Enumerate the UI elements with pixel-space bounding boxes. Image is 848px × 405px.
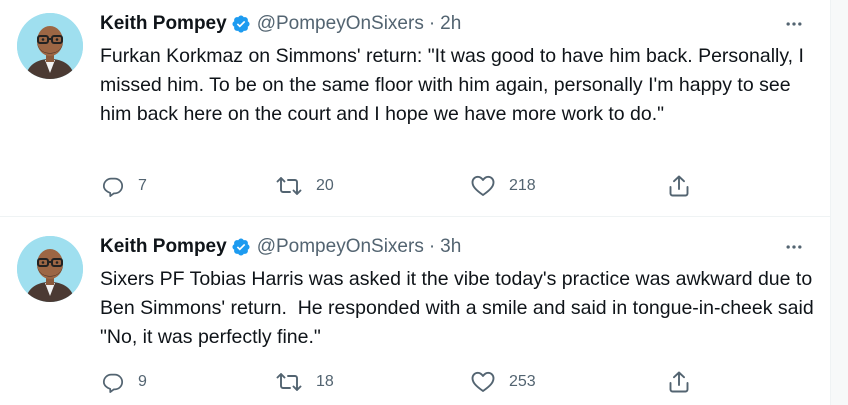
separator-dot: · — [428, 236, 436, 257]
like-count: 218 — [509, 177, 536, 194]
reply-count: 7 — [138, 177, 147, 194]
tweet-text: Sixers PF Tobias Harris was asked it the… — [100, 268, 820, 348]
reply-button[interactable]: 9 — [102, 367, 147, 397]
share-button[interactable] — [668, 171, 704, 201]
heart-icon — [471, 175, 495, 197]
retweet-count: 18 — [316, 373, 334, 390]
verified-badge-icon — [231, 237, 251, 257]
heart-icon — [471, 371, 495, 393]
tweet-header: Keith Pompey @PompeyOnSixers · 2h — [100, 12, 461, 36]
retweet-button[interactable]: 20 — [276, 171, 334, 201]
verified-badge-icon — [231, 14, 251, 34]
tweet-actions: 9 18 253 — [100, 367, 700, 397]
timestamp[interactable]: 3h — [440, 236, 461, 258]
timestamp[interactable]: 2h — [440, 13, 461, 35]
tweet[interactable]: Keith Pompey @PompeyOnSixers · 2h Furkan… — [0, 0, 830, 217]
author-handle[interactable]: @PompeyOnSixers — [257, 236, 424, 258]
more-options-icon[interactable] — [782, 12, 806, 36]
retweet-count: 20 — [316, 177, 334, 194]
reply-button[interactable]: 7 — [102, 171, 147, 201]
reply-icon — [102, 371, 124, 393]
like-button[interactable]: 218 — [471, 171, 536, 201]
retweet-icon — [276, 175, 302, 197]
share-icon — [668, 174, 690, 198]
reply-icon — [102, 175, 124, 197]
bitmoji-avatar-icon — [17, 13, 83, 79]
avatar[interactable] — [17, 236, 83, 302]
retweet-button[interactable]: 18 — [276, 367, 334, 397]
right-rail — [830, 0, 848, 405]
author-name[interactable]: Keith Pompey — [100, 13, 227, 35]
share-icon — [668, 370, 690, 394]
author-handle[interactable]: @PompeyOnSixers — [257, 13, 424, 35]
like-count: 253 — [509, 373, 536, 390]
tweet-text: Furkan Korkmaz on Simmons' return: "It w… — [100, 45, 810, 125]
timeline: Keith Pompey @PompeyOnSixers · 2h Furkan… — [0, 0, 848, 405]
more-options-icon[interactable] — [782, 235, 806, 259]
tweet[interactable]: Keith Pompey @PompeyOnSixers · 3h Sixers… — [0, 217, 830, 405]
reply-count: 9 — [138, 373, 147, 390]
author-name[interactable]: Keith Pompey — [100, 236, 227, 258]
avatar[interactable] — [17, 13, 83, 79]
retweet-icon — [276, 371, 302, 393]
tweet-actions: 7 20 218 — [100, 171, 700, 201]
bitmoji-avatar-icon — [17, 236, 83, 302]
like-button[interactable]: 253 — [471, 367, 536, 397]
separator-dot: · — [428, 13, 436, 34]
tweet-header: Keith Pompey @PompeyOnSixers · 3h — [100, 235, 461, 259]
share-button[interactable] — [668, 367, 704, 397]
